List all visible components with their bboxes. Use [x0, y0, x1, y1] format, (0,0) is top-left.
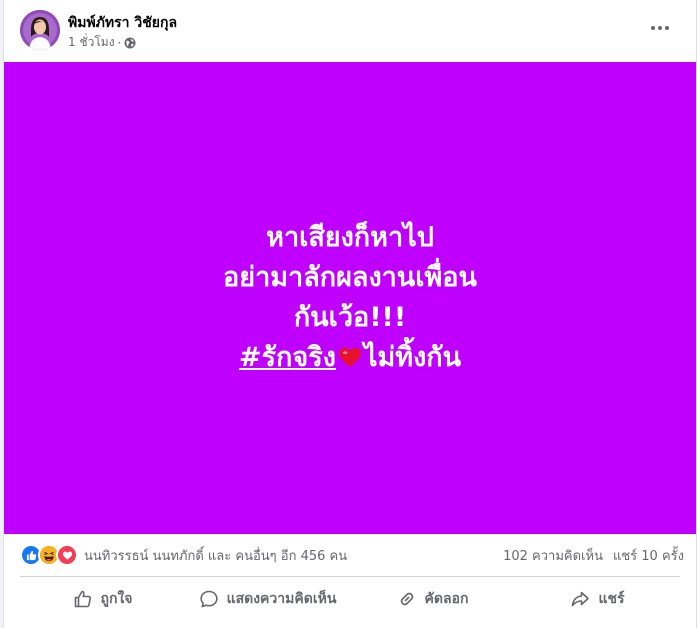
dot [658, 26, 662, 30]
hashtag-link[interactable]: #รักจริง [239, 342, 336, 373]
avatar[interactable] [20, 10, 60, 50]
reactions-text[interactable]: นนทิวรรธน์ นนทภักดิ์ และ คนอื่นๆ อีก 456… [84, 545, 347, 566]
share-button[interactable]: แชร์ [515, 580, 680, 618]
comment-button[interactable]: แสดงความคิดเห็น [185, 580, 350, 618]
copy-label: คัดลอก [424, 591, 469, 607]
like-button[interactable]: ถูกใจ [20, 580, 185, 618]
reactions-summary[interactable]: นนทิวรรธน์ นนทภักดิ์ และ คนอื่นๆ อีก 456… [4, 544, 347, 566]
meta-separator: · [117, 35, 122, 50]
action-bar: ถูกใจ แสดงความคิดเห็น คัดลอก แชร์ [4, 580, 696, 618]
media-text-line: หาเสียงก็หาไป [266, 222, 434, 253]
media-text-line: อย่ามาลักผลงานเพื่อน [223, 262, 477, 293]
share-label: แชร์ [598, 591, 625, 607]
divider [20, 576, 680, 577]
shares-count[interactable]: แชร์ 10 ครั้ง [613, 545, 684, 566]
like-label: ถูกใจ [100, 591, 133, 607]
post-media[interactable]: หาเสียงก็หาไป อย่ามาลักผลงานเพื่อน กันเว… [4, 62, 696, 534]
link-icon [400, 592, 413, 606]
red-heart-icon [339, 347, 361, 367]
share-icon [572, 591, 590, 607]
thumbs-up-icon [74, 590, 91, 608]
dot [651, 26, 655, 30]
comments-count[interactable]: 102 ความคิดเห็น [503, 545, 603, 566]
media-text-line: กันเว้อ!!! [293, 302, 407, 333]
post-meta: 1 ชั่วโมง · [68, 33, 136, 52]
globe-icon[interactable] [124, 37, 136, 49]
media-text-rest: ไม่ทิ้งกัน [363, 342, 462, 373]
love-icon [56, 544, 78, 566]
engagement-counts: 102 ความคิดเห็น แชร์ 10 ครั้ง [503, 545, 696, 566]
post-time[interactable]: 1 ชั่วโมง [68, 33, 115, 52]
reaction-icons [20, 544, 78, 566]
avatar-portrait-icon [20, 10, 60, 50]
more-options-icon[interactable] [646, 18, 674, 38]
post-stats: นนทิวรรธน์ นนทภักดิ์ และ คนอื่นๆ อีก 456… [4, 534, 696, 576]
dot [665, 26, 669, 30]
copy-button[interactable]: คัดลอก [350, 580, 515, 618]
comment-icon [199, 590, 218, 608]
post-card: พิมพ์ภัทรา วิชัยกุล 1 ชั่วโมง · หาเสียงก… [3, 0, 697, 628]
comment-label: แสดงความคิดเห็น [226, 591, 337, 607]
author-name[interactable]: พิมพ์ภัทรา วิชัยกุล [68, 12, 177, 34]
post-header: พิมพ์ภัทรา วิชัยกุล 1 ชั่วโมง · [4, 0, 696, 62]
media-text-line: #รักจริง ไม่ทิ้งกัน [239, 338, 461, 378]
